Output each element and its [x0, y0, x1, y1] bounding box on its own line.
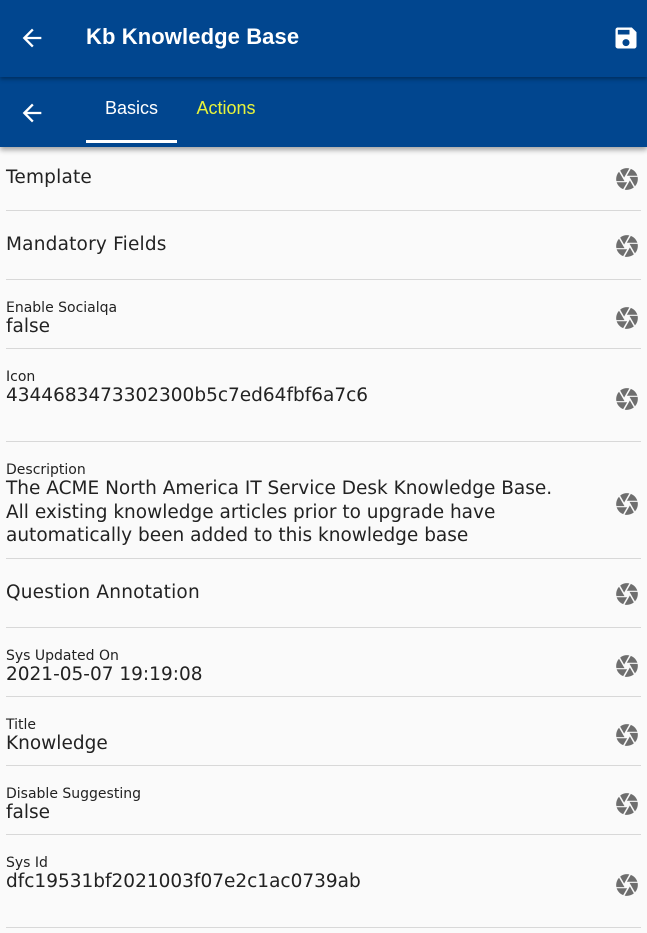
section-heading: Mandatory Fields: [6, 234, 167, 255]
tab-bar: Basics Actions: [0, 77, 647, 147]
field-row-sys-id[interactable]: Sys Id dfc19531bf2021003f07e2c1ac0739ab: [6, 835, 641, 928]
field-value: Knowledge: [6, 733, 108, 754]
section-heading: Template: [6, 167, 93, 188]
back-button[interactable]: [18, 24, 46, 52]
field-label: Icon: [6, 369, 36, 385]
section-heading: Question Annotation: [6, 582, 200, 603]
camera-aperture-icon[interactable]: [614, 233, 640, 259]
camera-aperture-icon[interactable]: [614, 722, 640, 748]
camera-aperture-icon[interactable]: [614, 305, 640, 331]
field-row-sys-updated-on[interactable]: Sys Updated On 2021-05-07 19:19:08: [6, 628, 641, 697]
field-value: 2021-05-07 19:19:08: [6, 664, 203, 685]
field-list: Template Mandatory Fields Enable Socialqa f…: [0, 147, 647, 928]
field-label: Description: [6, 462, 86, 478]
tab-actions[interactable]: Actions: [182, 77, 270, 143]
field-row-enable-socialqa[interactable]: Enable Socialqa false: [6, 280, 641, 349]
field-row-icon[interactable]: Icon 4344683473302300b5c7ed64fbf6a7c6: [6, 349, 641, 442]
arrow-left-icon: [22, 103, 42, 123]
field-row-template[interactable]: Template: [6, 147, 641, 211]
tab-basics[interactable]: Basics: [86, 77, 177, 143]
camera-aperture-icon[interactable]: [614, 653, 640, 679]
tab-back-button[interactable]: [18, 99, 46, 127]
field-label: Enable Socialqa: [6, 300, 118, 316]
camera-aperture-icon[interactable]: [614, 386, 640, 412]
field-row-title[interactable]: Title Knowledge: [6, 697, 641, 766]
field-value: false: [6, 802, 51, 823]
field-row-description[interactable]: Description The ACME North America IT Ser…: [6, 442, 641, 559]
camera-aperture-icon[interactable]: [614, 581, 640, 607]
field-value: The ACME North America IT Service Desk K…: [6, 478, 553, 546]
field-label: Title: [6, 717, 37, 733]
save-button[interactable]: [612, 24, 640, 52]
floppy-disk-icon: [615, 27, 637, 49]
arrow-left-icon: [22, 28, 42, 48]
field-row-mandatory-fields[interactable]: Mandatory Fields: [6, 211, 641, 280]
field-value: dfc19531bf2021003f07e2c1ac0739ab: [6, 871, 361, 892]
field-label: Sys Updated On: [6, 648, 119, 664]
field-value: false: [6, 316, 51, 337]
field-label: Disable Suggesting: [6, 786, 141, 802]
camera-aperture-icon[interactable]: [614, 166, 640, 192]
field-value: 4344683473302300b5c7ed64fbf6a7c6: [6, 385, 369, 406]
page-title: Kb Knowledge Base: [86, 24, 300, 49]
field-label: Sys Id: [6, 855, 48, 871]
camera-aperture-icon[interactable]: [614, 791, 640, 817]
active-tab-indicator: [86, 140, 177, 143]
field-row-question-annotation[interactable]: Question Annotation: [6, 559, 641, 628]
camera-aperture-icon[interactable]: [614, 872, 640, 898]
camera-aperture-icon[interactable]: [614, 491, 640, 517]
app-bar: Kb Knowledge Base: [0, 0, 647, 77]
field-row-disable-suggesting[interactable]: Disable Suggesting false: [6, 766, 641, 835]
